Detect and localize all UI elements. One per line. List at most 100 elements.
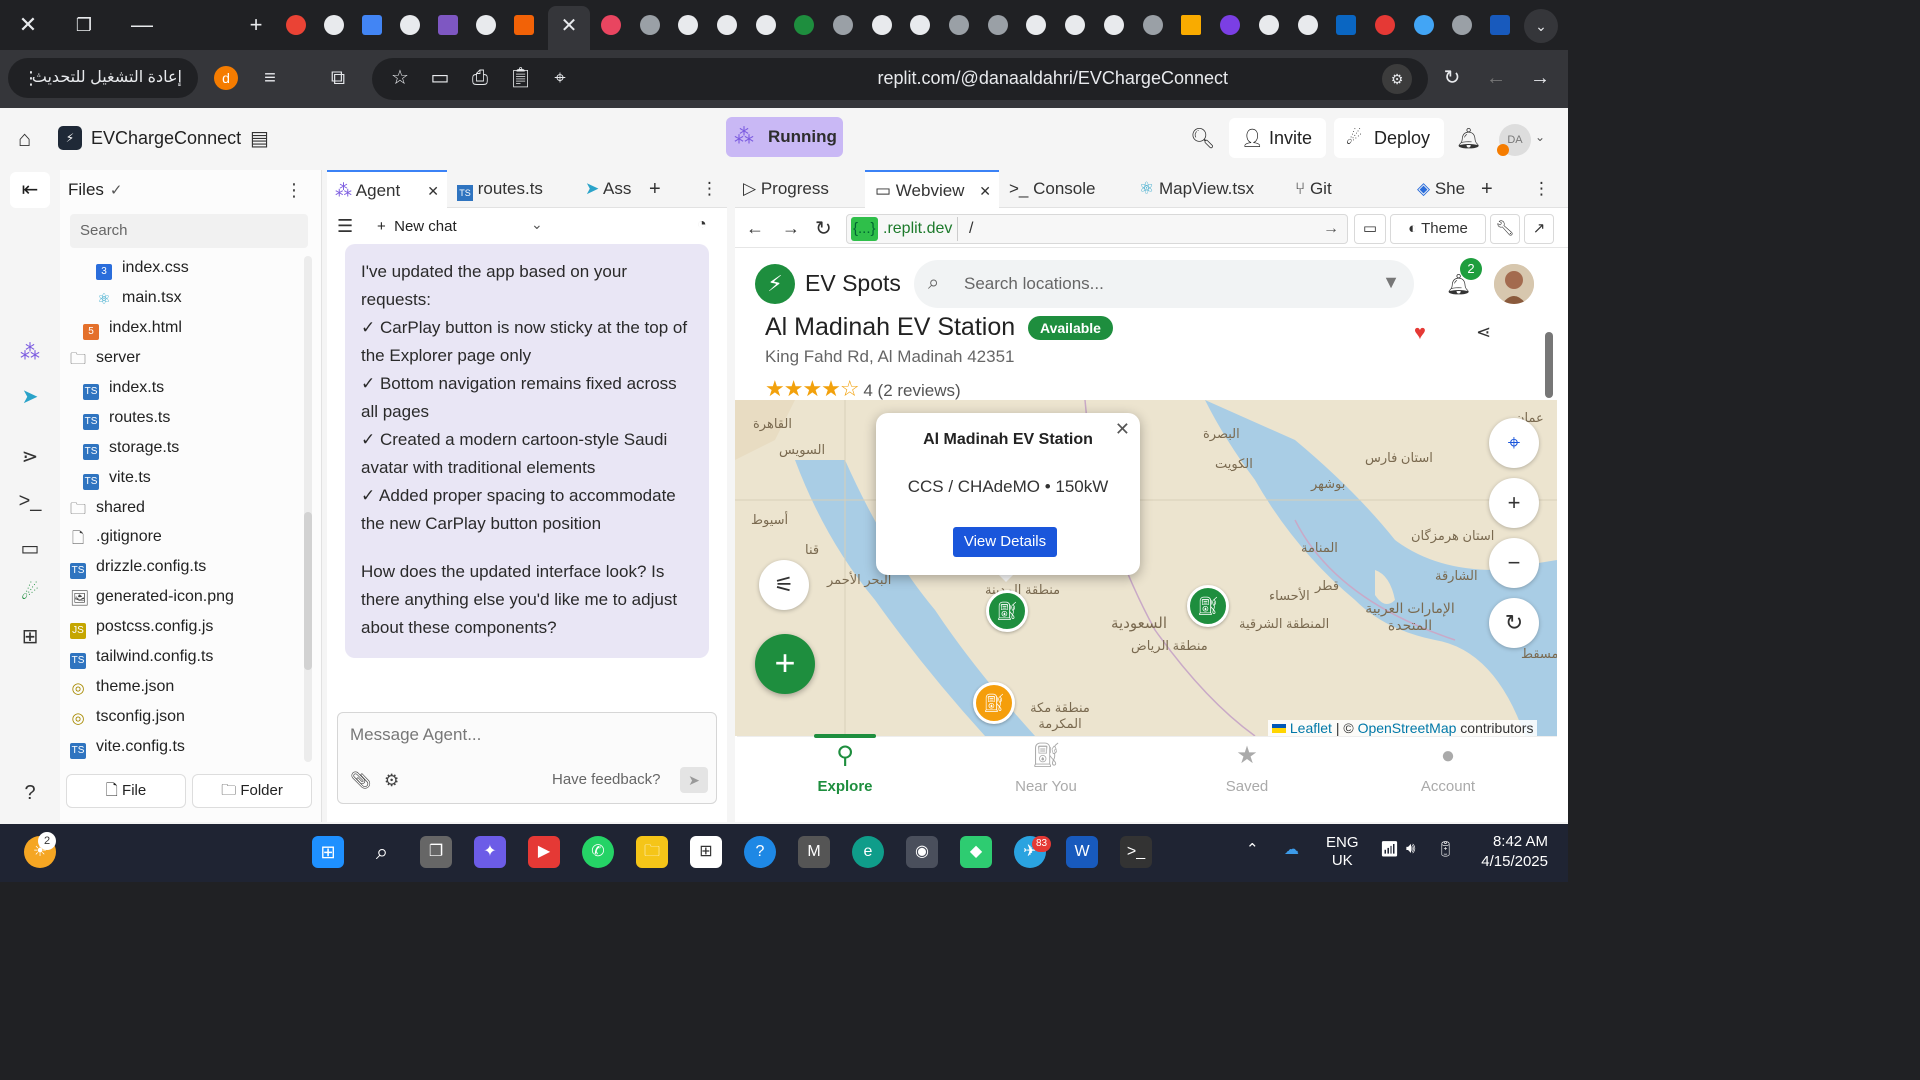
zoom-in-icon[interactable]: +	[1489, 478, 1539, 528]
tab-more-icon[interactable]: ⋮	[701, 170, 718, 208]
new-tab-icon[interactable]: +	[240, 9, 272, 41]
tab-chatgpt-icon[interactable]	[756, 15, 776, 35]
task-view-icon[interactable]: ❐	[420, 836, 452, 868]
location-icon[interactable]: ⌖	[548, 66, 572, 90]
tab-globe-icon[interactable]	[1452, 15, 1472, 35]
add-tab-icon[interactable]: +	[649, 170, 661, 208]
start-windows-icon[interactable]: ⊞	[312, 836, 344, 868]
files-scrollbar-thumb[interactable]	[304, 512, 312, 670]
file-item[interactable]: TS vite.ts	[83, 463, 151, 493]
wifi-icon[interactable]: 📶︎	[1380, 840, 1399, 858]
webview-reload-icon[interactable]: ↻	[815, 216, 832, 241]
webview-url-input[interactable]: {...} .replit.dev / →	[846, 214, 1348, 244]
payment-card-icon[interactable]: ▭	[428, 66, 452, 90]
nav-explore[interactable]: ⚲ Explore	[785, 740, 905, 795]
tab-edge-icon[interactable]	[1414, 15, 1434, 35]
assistant-rail-icon[interactable]: ➤	[18, 384, 42, 408]
zoom-out-icon[interactable]: −	[1489, 538, 1539, 588]
chrome-icon[interactable]: ◉	[906, 836, 938, 868]
tab-routes-ts[interactable]: TS routes.ts	[453, 170, 573, 208]
agent-rail-icon[interactable]: ⁂	[18, 340, 42, 364]
address-url[interactable]: replit.com/@danaaldahri/EVChargeConnect	[878, 68, 1228, 89]
help-app-icon[interactable]: ?	[744, 836, 776, 868]
onedrive-icon[interactable]: ☁	[1284, 840, 1299, 858]
usage-gauge-icon[interactable]: ◔	[697, 216, 707, 234]
file-item[interactable]: 🖼︎ generated-icon.png	[70, 582, 234, 612]
minimize-window-icon[interactable]: —	[126, 9, 158, 41]
shell-rail-icon[interactable]: >_	[18, 490, 42, 514]
share-icon[interactable]: ⋖	[1476, 322, 1491, 343]
new-file-button[interactable]: 🗋 File	[66, 774, 186, 808]
project-menu-icon[interactable]: ▤	[250, 126, 269, 151]
word-icon[interactable]: W	[1066, 836, 1098, 868]
tab-chatgpt-icon[interactable]	[1298, 15, 1318, 35]
tab-assistant[interactable]: ➤ Ass	[585, 170, 637, 208]
filter-icon[interactable]: ▼	[1382, 272, 1400, 293]
webview-scrollbar-thumb[interactable]	[1545, 332, 1553, 398]
nav-account[interactable]: ● Account	[1388, 740, 1508, 795]
file-item[interactable]: ◎ tsconfig.json	[70, 702, 184, 732]
taskbar-search-icon[interactable]: ⌕	[366, 836, 398, 868]
volume-icon[interactable]: 🔊︎	[1406, 840, 1415, 857]
nav-saved[interactable]: ★ Saved	[1187, 740, 1307, 795]
profile-avatar[interactable]	[1494, 264, 1534, 304]
tab-analytics-icon[interactable]	[1181, 15, 1201, 35]
view-details-button[interactable]: View Details	[953, 527, 1057, 557]
file-item[interactable]: TS storage.ts	[83, 433, 179, 463]
help-icon[interactable]: ?	[18, 782, 42, 806]
whatsapp-icon[interactable]: ✆	[582, 836, 614, 868]
search-icon[interactable]: 🔍︎	[1190, 126, 1215, 151]
tab-chatgpt-icon[interactable]	[717, 15, 737, 35]
locate-me-icon[interactable]: ⌖	[1489, 418, 1539, 468]
message-agent-input[interactable]: Message Agent... 📎︎ ⚙ Have feedback? ➤	[337, 712, 717, 804]
tab-app-icon[interactable]	[1220, 15, 1240, 35]
tab-globe-icon[interactable]	[988, 15, 1008, 35]
osm-link[interactable]: OpenStreetMap	[1358, 720, 1457, 736]
close-tab-icon[interactable]: ✕	[427, 172, 439, 210]
tab-github-icon[interactable]	[872, 15, 892, 35]
ev-logo-bolt-icon[interactable]: ⚡	[755, 264, 795, 304]
nav-near-you[interactable]: ⛽︎ Near You	[986, 740, 1106, 795]
refresh-icon[interactable]: ↻	[1489, 598, 1539, 648]
map-view[interactable]: القاهرة السويس أسيوط قنا البحر الأحمر ال…	[735, 400, 1557, 736]
tab-github-icon[interactable]	[1104, 15, 1124, 35]
tab-github-icon[interactable]	[910, 15, 930, 35]
tab-search-chevron-icon[interactable]: ⌄	[1524, 9, 1558, 43]
tab-word-icon[interactable]	[1490, 15, 1510, 35]
file-item[interactable]: TS index.ts	[83, 373, 164, 403]
app-icon[interactable]: ◆	[960, 836, 992, 868]
tab-globe-icon[interactable]	[640, 15, 660, 35]
files-scrollbar-track[interactable]	[304, 256, 312, 762]
bookmark-star-icon[interactable]: ☆	[388, 66, 412, 90]
clipboard-icon[interactable]: 📋︎	[508, 66, 533, 90]
file-explorer-icon[interactable]: 🗀	[636, 836, 668, 868]
file-item[interactable]: TS tailwind.config.ts	[70, 642, 213, 672]
theme-button[interactable]: ◐ Theme	[1390, 214, 1486, 244]
active-tab-close-icon[interactable]: ✕	[548, 6, 590, 50]
tab-app-icon[interactable]	[1375, 15, 1395, 35]
back-icon[interactable]: ←	[1484, 66, 1508, 90]
terminal-icon[interactable]: >_	[1120, 836, 1152, 868]
app-m-icon[interactable]: M	[798, 836, 830, 868]
tab-console[interactable]: >_ Console	[1009, 170, 1133, 208]
reload-icon[interactable]: ↻	[1440, 66, 1464, 90]
site-info-icon[interactable]: ⚙	[1382, 64, 1412, 94]
restore-window-icon[interactable]: ❐	[68, 9, 100, 41]
tab-chatgpt-icon[interactable]	[324, 15, 344, 35]
system-clock[interactable]: 8:42 AM 4/15/2025	[1472, 832, 1548, 872]
send-icon[interactable]: ➤	[680, 767, 708, 793]
language-indicator[interactable]: ENG UK	[1326, 834, 1359, 870]
go-arrow-icon[interactable]: →	[1323, 215, 1339, 243]
battery-icon[interactable]: 🔋︎	[1436, 840, 1455, 858]
invite-button[interactable]: 👤︎ Invite	[1229, 118, 1327, 158]
chevron-down-icon[interactable]: ⌄	[1535, 130, 1545, 144]
project-name[interactable]: EVChargeConnect	[91, 128, 241, 149]
settings-icon[interactable]: ⚙	[384, 771, 399, 791]
all-tools-icon[interactable]: ⊞	[18, 624, 42, 648]
file-item[interactable]: JS postcss.config.js	[70, 612, 213, 642]
files-search-input[interactable]: Search	[70, 214, 308, 248]
tab-gmail-icon[interactable]	[286, 15, 306, 35]
charging-station-marker-icon[interactable]: ⛽︎	[1187, 585, 1229, 627]
tab-linkedin-icon[interactable]	[1336, 15, 1356, 35]
tab-forms-icon[interactable]	[438, 15, 458, 35]
